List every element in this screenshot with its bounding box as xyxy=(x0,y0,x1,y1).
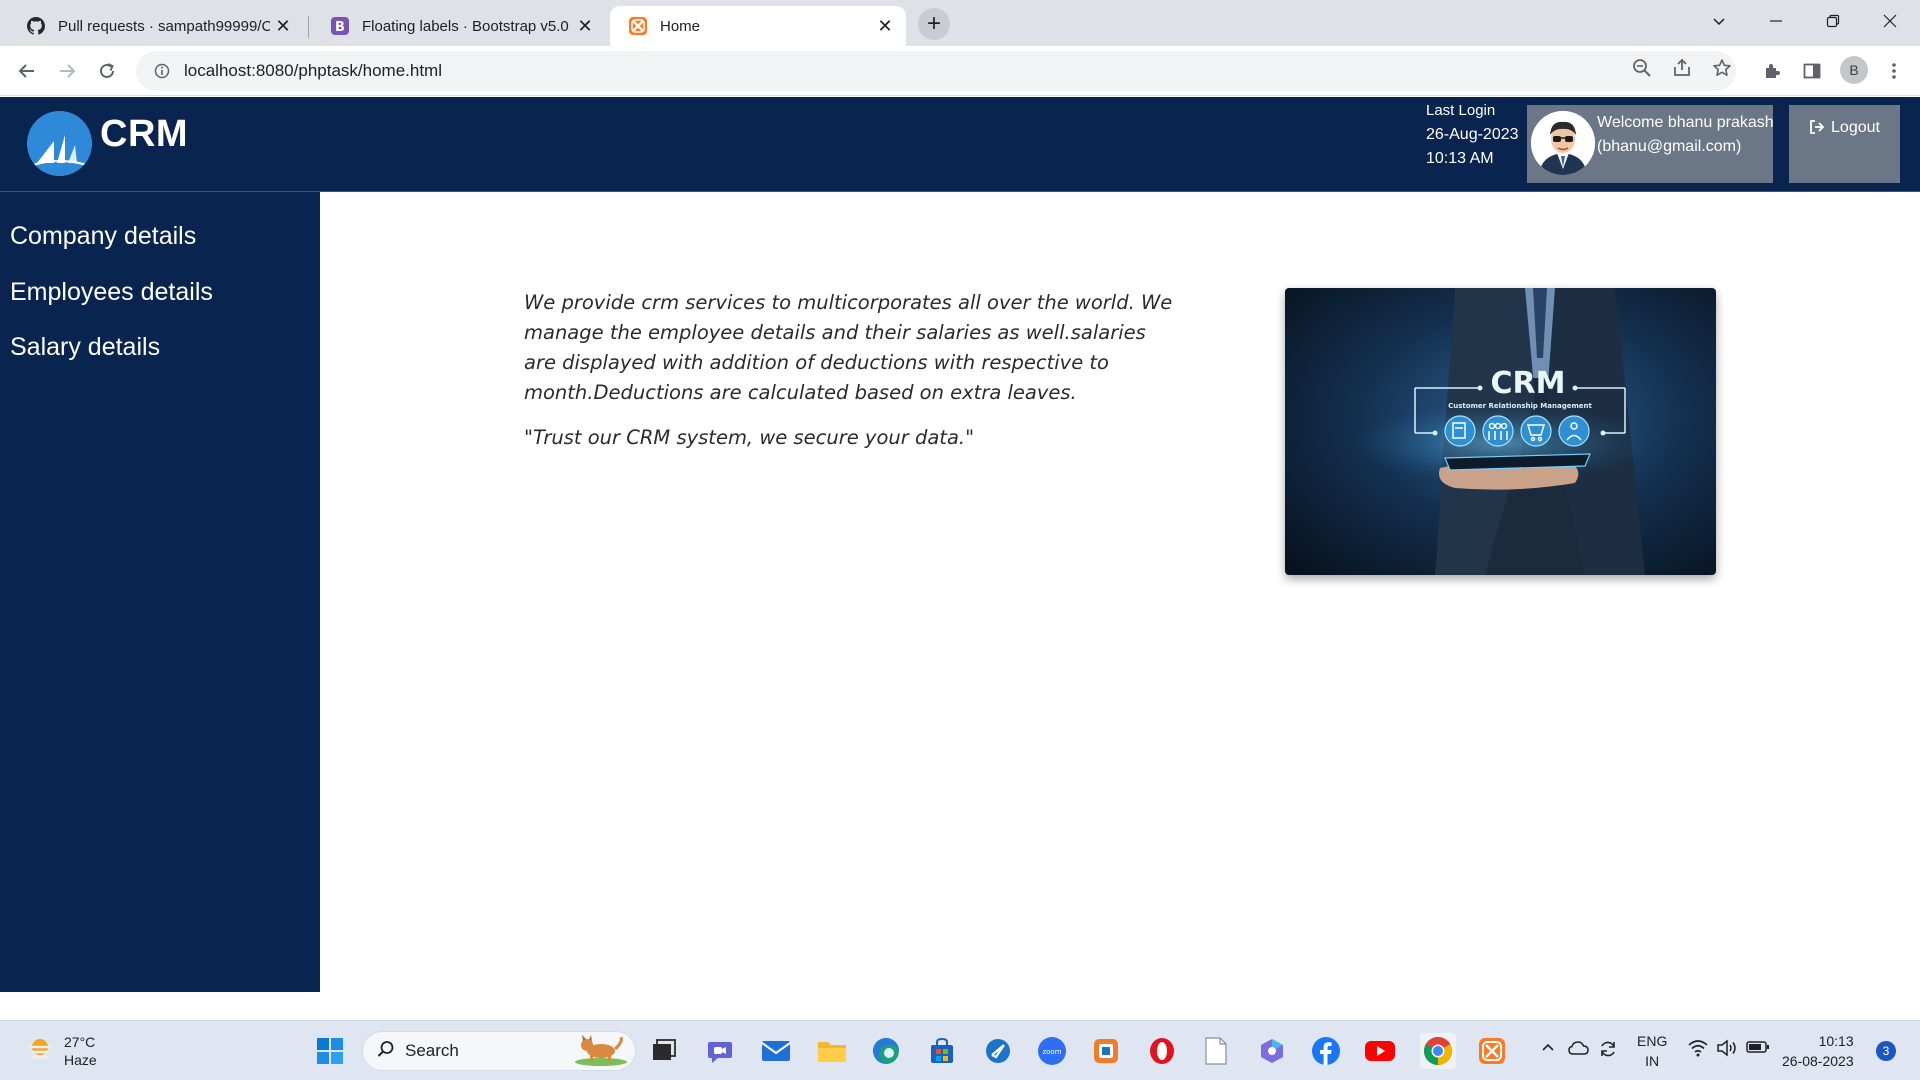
tab-title: Home xyxy=(660,17,701,35)
ms-store-icon[interactable] xyxy=(926,1035,958,1067)
last-login-label: Last Login xyxy=(1426,102,1496,119)
copilot-icon[interactable] xyxy=(1256,1035,1288,1067)
battery-icon[interactable] xyxy=(1746,1039,1770,1058)
haze-weather-icon xyxy=(26,1035,54,1068)
welcome-text: Welcome bhanu prakash (bhanu@gmail.com) xyxy=(1597,111,1774,159)
browser-toolbar: localhost:8080/phptask/home.html B xyxy=(0,46,1920,96)
close-tab-icon[interactable]: ✕ xyxy=(572,13,598,39)
notepad-icon[interactable] xyxy=(1200,1035,1232,1067)
tab-search-icon[interactable] xyxy=(1697,6,1741,36)
new-tab-button[interactable]: + xyxy=(918,8,950,40)
github-icon xyxy=(26,16,46,36)
crm-hero-image: CRM Customer Relationship Management xyxy=(1285,288,1716,575)
app-header: CRM Last Login 26-Aug-2023 10:13 AM Welc… xyxy=(0,97,1920,192)
user-welcome-panel: Welcome bhanu prakash (bhanu@gmail.com) xyxy=(1527,105,1774,183)
language-line2: IN xyxy=(1645,1053,1660,1069)
tab-pull-requests[interactable]: Pull requests · sampath99999/Co ✕ xyxy=(8,6,304,46)
menu-kebab-icon[interactable] xyxy=(1882,59,1906,83)
zoom-icon[interactable] xyxy=(1630,56,1654,80)
browser-tab-strip: Pull requests · sampath99999/Co ✕ B Floa… xyxy=(0,0,1920,46)
youtube-icon[interactable] xyxy=(1364,1035,1396,1067)
weather-description: Haze xyxy=(64,1052,97,1068)
mail-icon[interactable] xyxy=(760,1035,792,1067)
tab-title: Pull requests · sampath99999/Co xyxy=(58,17,270,35)
zoom-app-icon[interactable]: zoom xyxy=(1036,1035,1068,1067)
facebook-icon[interactable] xyxy=(1310,1035,1342,1067)
teams-chat-icon[interactable] xyxy=(704,1035,736,1067)
search-highlight-dog-icon xyxy=(571,1032,629,1071)
language-line1: ENG xyxy=(1637,1033,1668,1049)
logout-icon xyxy=(1809,119,1825,183)
tab-floating-labels[interactable]: B Floating labels · Bootstrap v5.0 ✕ xyxy=(312,6,606,46)
profile-avatar[interactable]: B xyxy=(1840,56,1868,84)
close-window-button[interactable] xyxy=(1868,6,1912,36)
xampp-taskbar-icon[interactable] xyxy=(1476,1035,1508,1067)
start-menu-icon[interactable] xyxy=(314,1035,346,1067)
last-login-info: Last Login 26-Aug-2023 10:13 AM xyxy=(1426,99,1519,171)
tab-separator xyxy=(308,16,309,38)
sidebar-item-company-details[interactable]: Company details xyxy=(10,222,196,251)
address-bar[interactable]: localhost:8080/phptask/home.html xyxy=(136,51,1736,91)
sync-icon[interactable] xyxy=(1598,1039,1618,1062)
search-label: Search xyxy=(405,1041,459,1060)
chrome-icon[interactable] xyxy=(1420,1033,1456,1069)
clock-time: 10:13 xyxy=(1818,1033,1854,1049)
last-login-date: 26-Aug-2023 xyxy=(1426,126,1519,143)
bootstrap-icon: B xyxy=(330,16,350,36)
hero-subtitle: Customer Relationship Management xyxy=(1448,402,1592,410)
welcome-email: (bhanu@gmail.com) xyxy=(1597,138,1742,155)
crm-logo-icon[interactable] xyxy=(27,111,92,176)
forward-button[interactable] xyxy=(50,54,84,88)
site-info-icon[interactable] xyxy=(144,63,180,79)
volume-icon[interactable] xyxy=(1716,1039,1738,1060)
tab-home[interactable]: Home ✕ xyxy=(610,6,906,46)
weather-widget[interactable]: 27°C Haze xyxy=(26,1033,97,1069)
bookmark-star-icon[interactable] xyxy=(1710,56,1734,80)
weather-temperature: 27°C xyxy=(64,1034,96,1050)
clock-date: 26-08-2023 xyxy=(1782,1053,1854,1069)
edge-browser-icon[interactable] xyxy=(870,1035,902,1067)
minimize-button[interactable] xyxy=(1754,6,1798,36)
language-indicator[interactable]: ENG IN xyxy=(1637,1031,1667,1071)
onedrive-icon[interactable] xyxy=(1568,1039,1590,1060)
task-view-icon[interactable] xyxy=(648,1035,680,1067)
about-section: We provide crm services to multicorporat… xyxy=(524,288,1174,468)
back-button[interactable] xyxy=(10,54,44,88)
about-description: We provide crm services to multicorporat… xyxy=(524,291,1173,404)
search-icon xyxy=(377,1040,395,1063)
hero-title: CRM xyxy=(1491,366,1566,401)
svg-text:B: B xyxy=(335,20,345,35)
close-tab-icon[interactable]: ✕ xyxy=(872,13,898,39)
file-explorer-icon[interactable] xyxy=(816,1035,848,1067)
logout-label: Logout xyxy=(1831,119,1880,136)
tab-title: Floating labels · Bootstrap v5.0 xyxy=(362,17,569,35)
logout-button[interactable]: Logout xyxy=(1789,105,1900,183)
side-panel-icon[interactable] xyxy=(1800,59,1824,83)
reload-button[interactable] xyxy=(90,54,124,88)
last-login-time: 10:13 AM xyxy=(1426,150,1494,167)
close-tab-icon[interactable]: ✕ xyxy=(270,13,296,39)
svg-text:zoom: zoom xyxy=(1042,1048,1061,1056)
wifi-icon[interactable] xyxy=(1688,1039,1708,1060)
chevron-up-icon[interactable] xyxy=(1540,1039,1556,1058)
sidebar: Company details Employees details Salary… xyxy=(0,192,320,992)
system-clock[interactable]: 10:13 26-08-2023 xyxy=(1782,1031,1854,1071)
about-quote: "Trust our CRM system, we secure your da… xyxy=(524,426,975,449)
sidebar-item-salary-details[interactable]: Salary details xyxy=(10,333,160,362)
vscode-icon[interactable] xyxy=(982,1035,1014,1067)
xampp-icon xyxy=(628,16,648,36)
restore-button[interactable] xyxy=(1811,6,1855,36)
url-text: localhost:8080/phptask/home.html xyxy=(184,61,442,80)
notification-badge[interactable]: 3 xyxy=(1876,1041,1896,1061)
welcome-name: Welcome bhanu prakash xyxy=(1597,114,1774,131)
xampp-control-icon[interactable] xyxy=(1090,1035,1122,1067)
brand-title: CRM xyxy=(100,113,189,155)
taskbar-search[interactable]: Search xyxy=(362,1031,636,1071)
user-avatar xyxy=(1531,111,1595,175)
windows-taskbar: 27°C Haze Search zoom ENG IN 10:13 26-08… xyxy=(0,1020,1920,1080)
sidebar-item-employees-details[interactable]: Employees details xyxy=(10,278,213,307)
opera-icon[interactable] xyxy=(1146,1035,1178,1067)
share-icon[interactable] xyxy=(1670,56,1694,80)
extensions-icon[interactable] xyxy=(1760,59,1784,83)
